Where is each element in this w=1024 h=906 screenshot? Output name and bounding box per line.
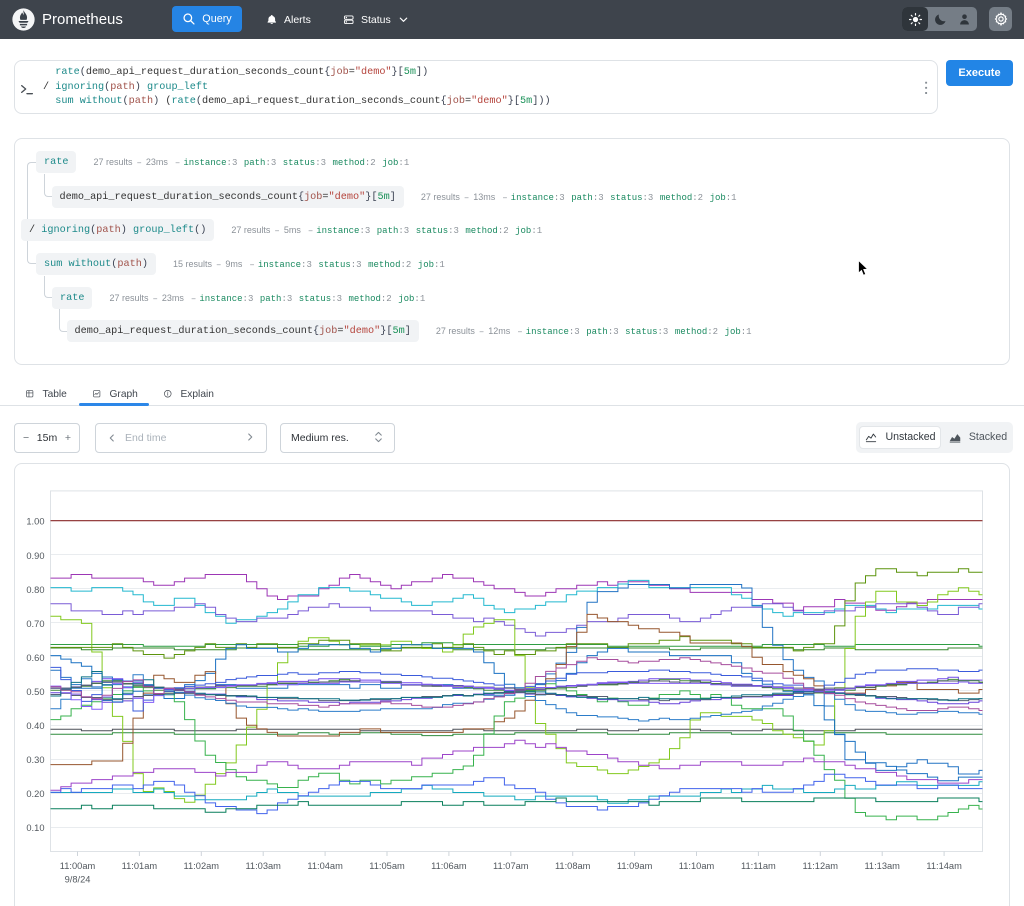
- svg-text:9/8/24: 9/8/24: [65, 875, 91, 885]
- svg-text:11:11am: 11:11am: [741, 861, 776, 871]
- svg-text:11:00am: 11:00am: [60, 861, 96, 871]
- svg-text:0.50: 0.50: [26, 687, 44, 697]
- svg-text:11:12am: 11:12am: [803, 861, 839, 871]
- svg-text:0.80: 0.80: [26, 585, 44, 595]
- svg-text:11:09am: 11:09am: [617, 861, 653, 871]
- svg-text:11:06am: 11:06am: [431, 861, 467, 871]
- svg-text:0.60: 0.60: [26, 653, 44, 663]
- svg-text:11:03am: 11:03am: [245, 861, 281, 871]
- svg-text:11:13am: 11:13am: [864, 861, 900, 871]
- svg-text:0.70: 0.70: [26, 619, 44, 629]
- svg-text:11:07am: 11:07am: [493, 861, 529, 871]
- svg-text:0.20: 0.20: [26, 789, 44, 799]
- svg-text:11:08am: 11:08am: [555, 861, 591, 871]
- svg-text:1.00: 1.00: [26, 517, 44, 527]
- svg-text:0.30: 0.30: [26, 755, 44, 765]
- svg-text:0.10: 0.10: [26, 823, 44, 833]
- svg-text:11:14am: 11:14am: [926, 861, 962, 871]
- svg-text:11:04am: 11:04am: [307, 861, 343, 871]
- svg-text:11:01am: 11:01am: [122, 861, 158, 871]
- svg-text:0.40: 0.40: [26, 721, 44, 731]
- svg-text:11:10am: 11:10am: [679, 861, 715, 871]
- svg-text:0.90: 0.90: [26, 551, 44, 561]
- svg-text:11:05am: 11:05am: [369, 861, 405, 871]
- svg-text:11:02am: 11:02am: [184, 861, 220, 871]
